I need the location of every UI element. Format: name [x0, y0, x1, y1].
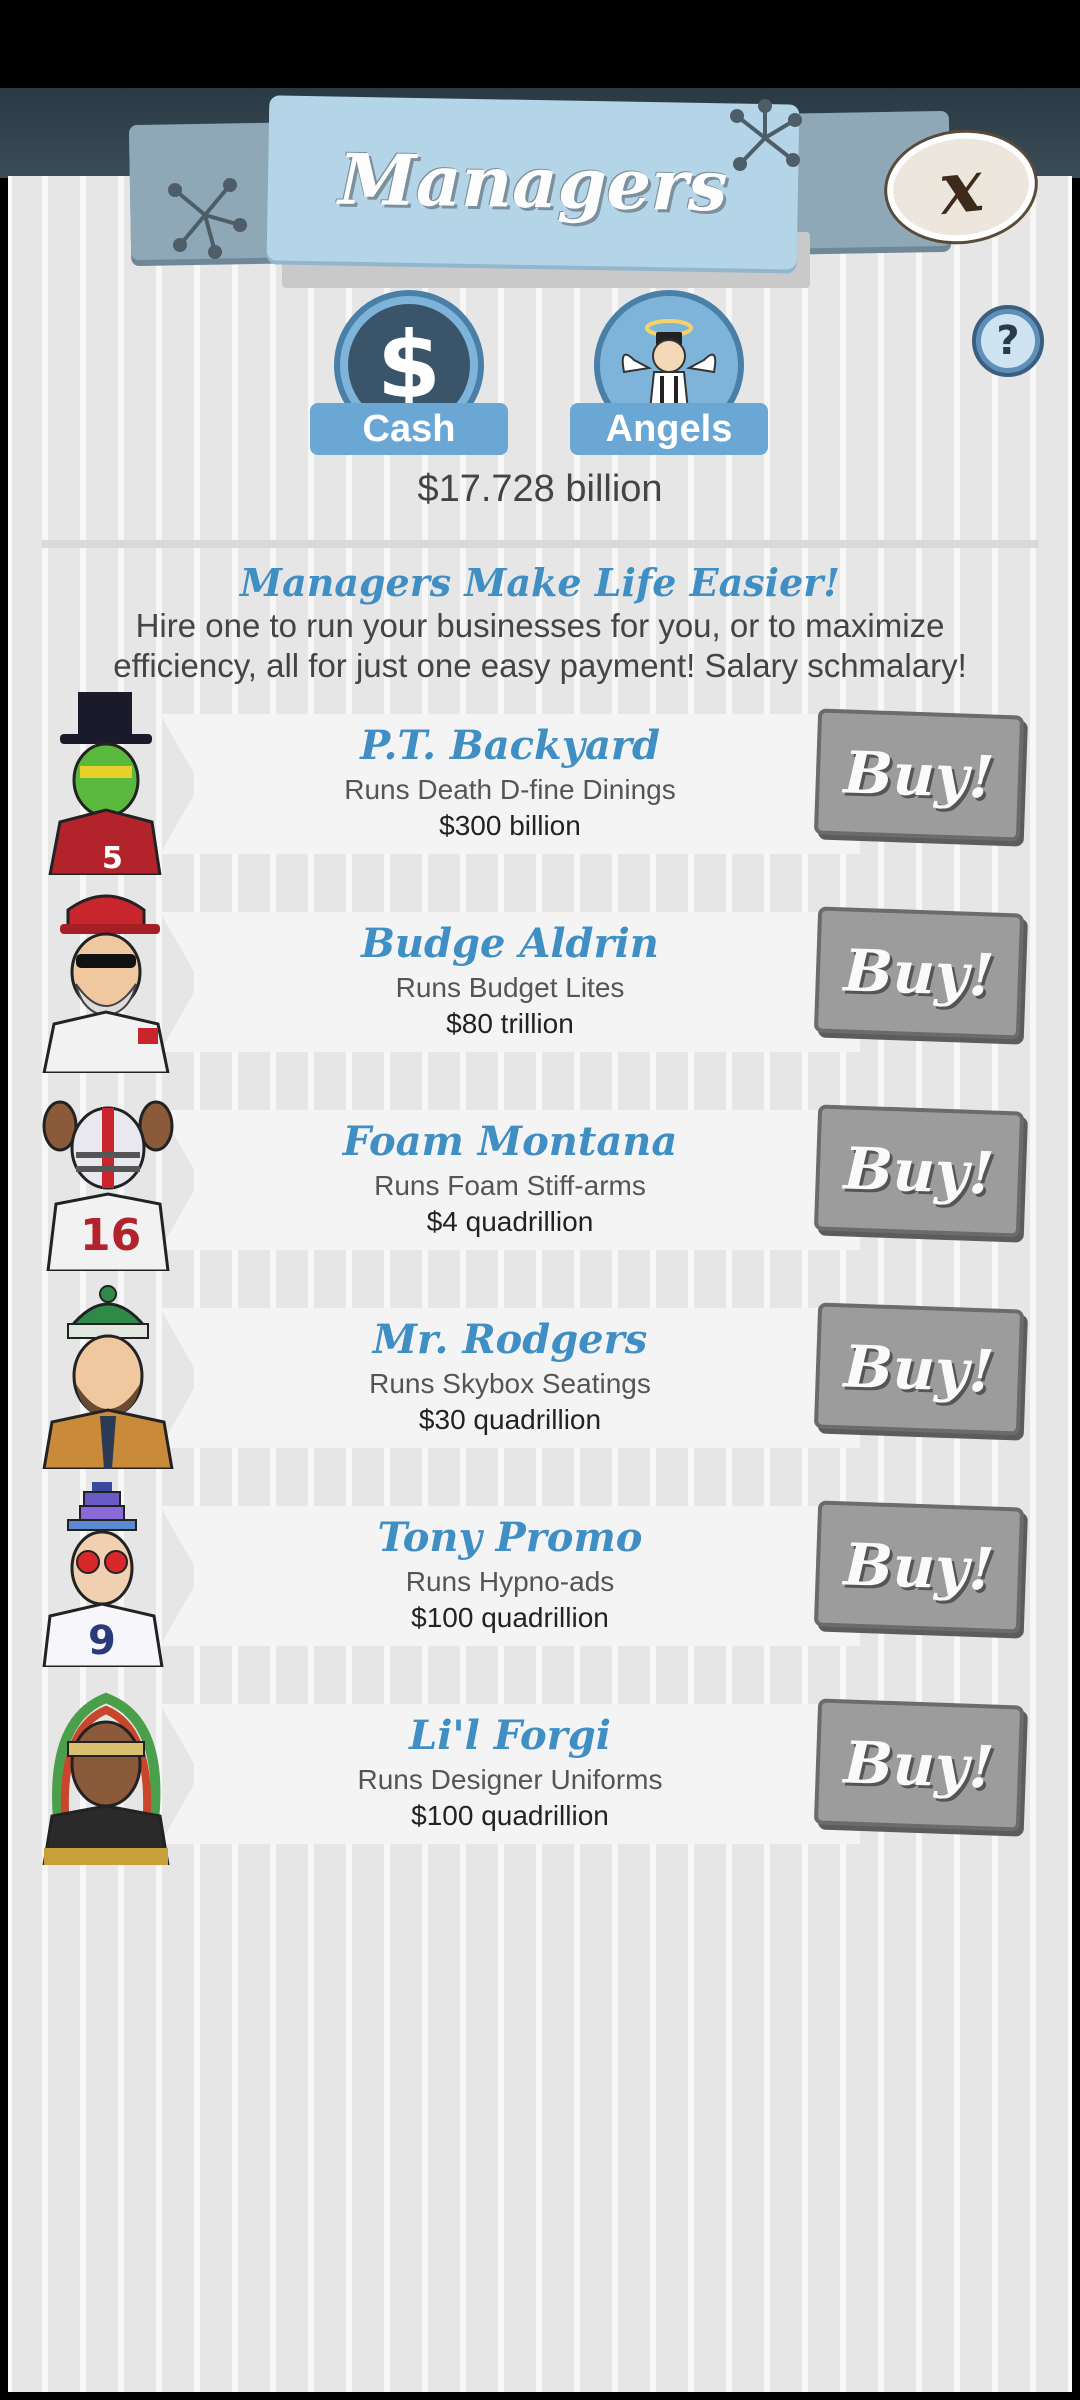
tab-angels-label: Angels [570, 403, 768, 455]
manager-row: Li'l Forgi Runs Designer Uniforms $100 q… [40, 1680, 1040, 1865]
close-icon: x [935, 141, 987, 232]
buy-button[interactable]: Buy! [813, 1698, 1025, 1832]
divider [42, 540, 1038, 548]
manager-avatar-icon: 5 [48, 692, 162, 875]
manager-avatar-icon [42, 894, 170, 1073]
manager-name: Budge Aldrin [361, 920, 659, 967]
manager-business: Runs Budget Lites [395, 972, 625, 1003]
tagline: Managers Make Life Easier! [240, 560, 840, 605]
manager-name: Mr. Rodgers [372, 1316, 648, 1363]
cash-balance: $17.728 billion [417, 468, 663, 510]
manager-avatar-icon: 16 [42, 1100, 174, 1271]
title-banner: Managers [266, 95, 800, 270]
manager-name: Tony Promo [377, 1514, 643, 1561]
intro-description: Hire one to run your businesses for you,… [113, 607, 967, 684]
buy-button[interactable]: Buy! [813, 1104, 1025, 1238]
question-icon: ? [981, 314, 1035, 368]
manager-avatar-icon [42, 1285, 174, 1469]
manager-business: Runs Foam Stiff-arms [374, 1170, 646, 1201]
manager-cost: $80 trillion [446, 1008, 574, 1039]
buy-button[interactable]: Buy! [813, 1500, 1025, 1634]
buy-button[interactable]: Buy! [813, 906, 1025, 1040]
buy-button[interactable]: Buy! [813, 1302, 1025, 1436]
svg-text:16: 16 [80, 1210, 141, 1261]
manager-name: Li'l Forgi [409, 1712, 611, 1759]
manager-cost: $300 billion [439, 810, 581, 841]
starburst-right-icon [730, 99, 802, 171]
manager-cost: $30 quadrillion [418, 1404, 602, 1435]
manager-name: Foam Montana [342, 1118, 678, 1165]
manager-row: Budge Aldrin Runs Budget Lites $80 trill… [40, 888, 1040, 1073]
manager-business: Runs Designer Uniforms [357, 1764, 663, 1795]
manager-avatar-icon [42, 1692, 170, 1865]
svg-text:5: 5 [102, 841, 123, 875]
manager-business: Runs Skybox Seatings [369, 1368, 651, 1399]
manager-business: Runs Death D-fine Dinings [344, 774, 676, 805]
tab-cash[interactable]: $ Cash [310, 290, 508, 455]
manager-name: P.T. Backyard [360, 722, 660, 769]
svg-text:9: 9 [88, 1618, 116, 1664]
tab-cash-label: Cash [310, 403, 508, 455]
manager-cost: $100 quadrillion [411, 1602, 609, 1633]
manager-row: Mr. Rodgers Runs Skybox Seatings $30 qua… [40, 1284, 1040, 1469]
starburst-left-icon [168, 178, 247, 259]
buy-button[interactable]: Buy! [813, 708, 1025, 842]
tab-angels[interactable]: Angels [570, 290, 768, 455]
manager-row: 5 P.T. Backyard Runs Death D-fine Dining… [40, 690, 1040, 875]
page-title: Managers [337, 137, 729, 228]
manager-cost: $4 quadrillion [426, 1206, 594, 1237]
help-button[interactable]: ? [972, 305, 1044, 377]
manager-row: 16 Foam Montana Runs Foam Stiff-arms $4 … [40, 1086, 1040, 1271]
manager-avatar-icon: 9 [42, 1482, 164, 1667]
manager-row: 9 Tony Promo Runs Hypno-ads $100 quadril… [40, 1482, 1040, 1667]
manager-cost: $100 quadrillion [411, 1800, 609, 1831]
manager-business: Runs Hypno-ads [405, 1566, 615, 1597]
